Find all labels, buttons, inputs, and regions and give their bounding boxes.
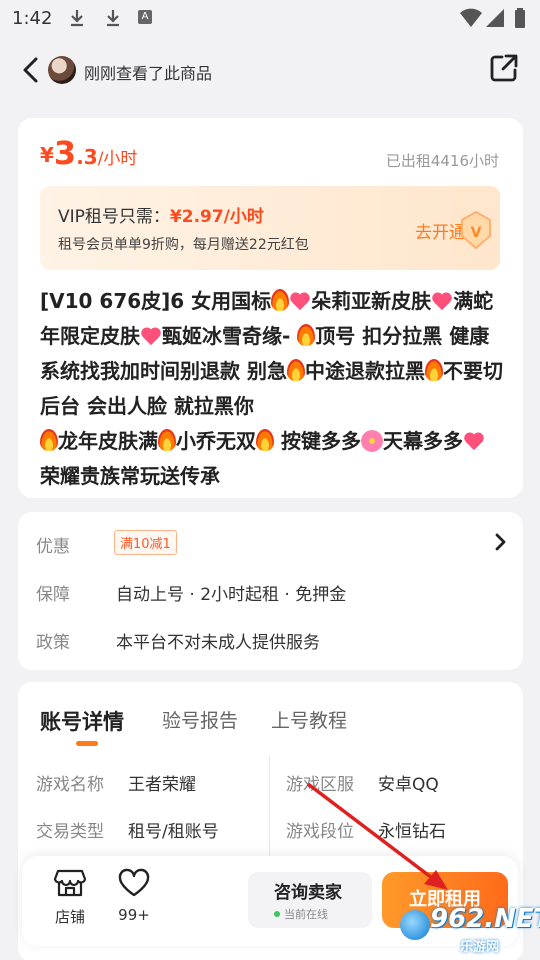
- wifi-icon: [460, 8, 482, 27]
- detail-key: 游戏段位: [286, 822, 354, 842]
- policy-label: 政策: [36, 633, 70, 653]
- title-part: 朵莉亚新皮肤: [311, 289, 432, 313]
- back-icon[interactable]: [18, 54, 46, 86]
- consult-label: 咨询卖家: [274, 883, 342, 903]
- signal-icon: [486, 9, 504, 27]
- product-title: [V10 676皮]6 女用国标 朵莉亚新皮肤 满蛇年限定皮肤 甄姬冰雪奇缘- 顶号 …: [40, 284, 505, 494]
- info-card: 优惠 满10减1 保障 自动上号 · 2小时起租 · 免押金 政策 本平台不对未…: [18, 512, 523, 670]
- detail-key: 交易类型: [36, 822, 104, 842]
- title-part: 荣耀贵族常玩送传承: [40, 464, 220, 488]
- title-part: 天幕多多: [382, 429, 463, 453]
- price-integer: 3: [53, 134, 77, 172]
- detail-trade-type: 交易类型 租号/租账号: [36, 817, 219, 842]
- guarantee-label: 保障: [36, 585, 70, 605]
- status-time: 1:42: [12, 8, 53, 29]
- watermark-sub: 乐游网: [460, 940, 500, 955]
- vip-description: 租号会员单单9折购，每月赠送22元红包: [58, 237, 309, 253]
- vip-price: ¥2.97/小时: [169, 207, 264, 227]
- store-button[interactable]: 店铺: [40, 868, 100, 927]
- detail-server: 游戏区服 安卓QQ: [286, 770, 439, 795]
- consult-seller-button[interactable]: 咨询卖家 当前在线: [248, 872, 372, 928]
- detail-rank: 游戏段位 永恒钻石: [286, 817, 446, 842]
- discount-row[interactable]: 优惠 满10减1: [36, 530, 177, 557]
- favorite-count: 99+: [118, 906, 150, 924]
- watermark-brand: 962.NET: [430, 904, 540, 934]
- title-part: 小乔无双: [176, 429, 256, 453]
- status-bar: 1:42 A: [0, 0, 540, 36]
- a-notification-icon: A: [138, 10, 152, 24]
- tab-account-details[interactable]: 账号详情: [40, 706, 124, 736]
- policy-row: 政策 本平台不对未成人提供服务: [36, 628, 320, 653]
- coupon-badge: 满10减1: [114, 530, 177, 555]
- online-text: 当前在线: [284, 908, 328, 921]
- detail-game-name: 游戏名称 王者荣耀: [36, 770, 196, 795]
- detail-value: 王者荣耀: [128, 775, 196, 795]
- svg-text:V: V: [471, 225, 482, 241]
- policy-value: 本平台不对未成人提供服务: [116, 633, 320, 653]
- vip-banner[interactable]: VIP租号只需：¥2.97/小时 租号会员单单9折购，每月赠送22元红包 去开通…: [40, 186, 500, 270]
- download-icon: [107, 10, 119, 27]
- heart-emoji-icon: [463, 431, 485, 451]
- price: ¥3.3/小时: [40, 134, 137, 172]
- title-part: 龙年皮肤满: [58, 429, 158, 453]
- avatar: [48, 56, 76, 84]
- fire-emoji-icon: [271, 289, 290, 311]
- rented-hours: 已出租4416小时: [385, 152, 499, 170]
- store-label: 店铺: [54, 908, 85, 926]
- title-part: [V10 676皮]6 女用国标: [40, 289, 272, 313]
- online-status: 当前在线: [274, 906, 328, 922]
- detail-key: 游戏名称: [36, 775, 104, 795]
- vip-medal-icon: V: [461, 210, 491, 250]
- title-part: 甄姬冰雪奇缘-: [162, 324, 298, 348]
- tab-login-tutorial[interactable]: 上号教程: [271, 706, 347, 733]
- product-card: ¥3.3/小时 已出租4416小时 VIP租号只需：¥2.97/小时 租号会员单…: [18, 118, 523, 498]
- fire-emoji-icon: [297, 324, 316, 346]
- tab-verify-report[interactable]: 验号报告: [162, 706, 238, 733]
- heart-emoji-icon: [140, 326, 162, 346]
- vip-price-line: VIP租号只需：¥2.97/小时: [58, 202, 264, 227]
- detail-key: 游戏区服: [286, 775, 354, 795]
- favorite-button[interactable]: 99+: [104, 868, 164, 924]
- detail-value: 租号/租账号: [128, 822, 219, 842]
- price-decimal: .3: [76, 145, 98, 169]
- heart-outline-icon: [118, 868, 150, 897]
- guarantee-value: 自动上号 · 2小时起租 · 免押金: [116, 585, 347, 605]
- fire-emoji-icon: [424, 359, 443, 381]
- share-icon[interactable]: [488, 52, 520, 84]
- detail-value: 永恒钻石: [378, 822, 446, 842]
- watermark: 962.NET 乐游网: [400, 904, 540, 960]
- top-nav: 刚刚查看了此商品: [0, 44, 540, 96]
- active-tab-indicator: [76, 741, 98, 746]
- download-icon: [71, 10, 83, 27]
- heart-emoji-icon: [289, 291, 311, 311]
- battery-icon: [515, 8, 525, 28]
- store-icon: [53, 869, 87, 897]
- fire-emoji-icon: [286, 359, 305, 381]
- discount-label: 优惠: [36, 537, 70, 557]
- detail-value: 安卓QQ: [378, 775, 439, 795]
- guarantee-row: 保障 自动上号 · 2小时起租 · 免押金: [36, 580, 346, 605]
- heart-emoji-icon: [431, 291, 453, 311]
- title-part: 按键多多: [274, 429, 361, 453]
- flower-emoji-icon: [360, 430, 383, 452]
- fire-emoji-icon: [256, 429, 274, 451]
- online-dot: [274, 911, 280, 917]
- price-symbol: ¥: [40, 143, 54, 167]
- recently-viewed-text: 刚刚查看了此商品: [84, 64, 213, 83]
- fire-emoji-icon: [158, 429, 176, 451]
- vip-label: VIP租号只需：: [58, 207, 170, 227]
- title-part: 中途退款拉黑: [304, 359, 425, 383]
- watermark-logo-icon: [400, 910, 430, 940]
- price-unit: /小时: [97, 149, 138, 169]
- chevron-right-icon[interactable]: [493, 532, 509, 552]
- fire-emoji-icon: [40, 429, 58, 451]
